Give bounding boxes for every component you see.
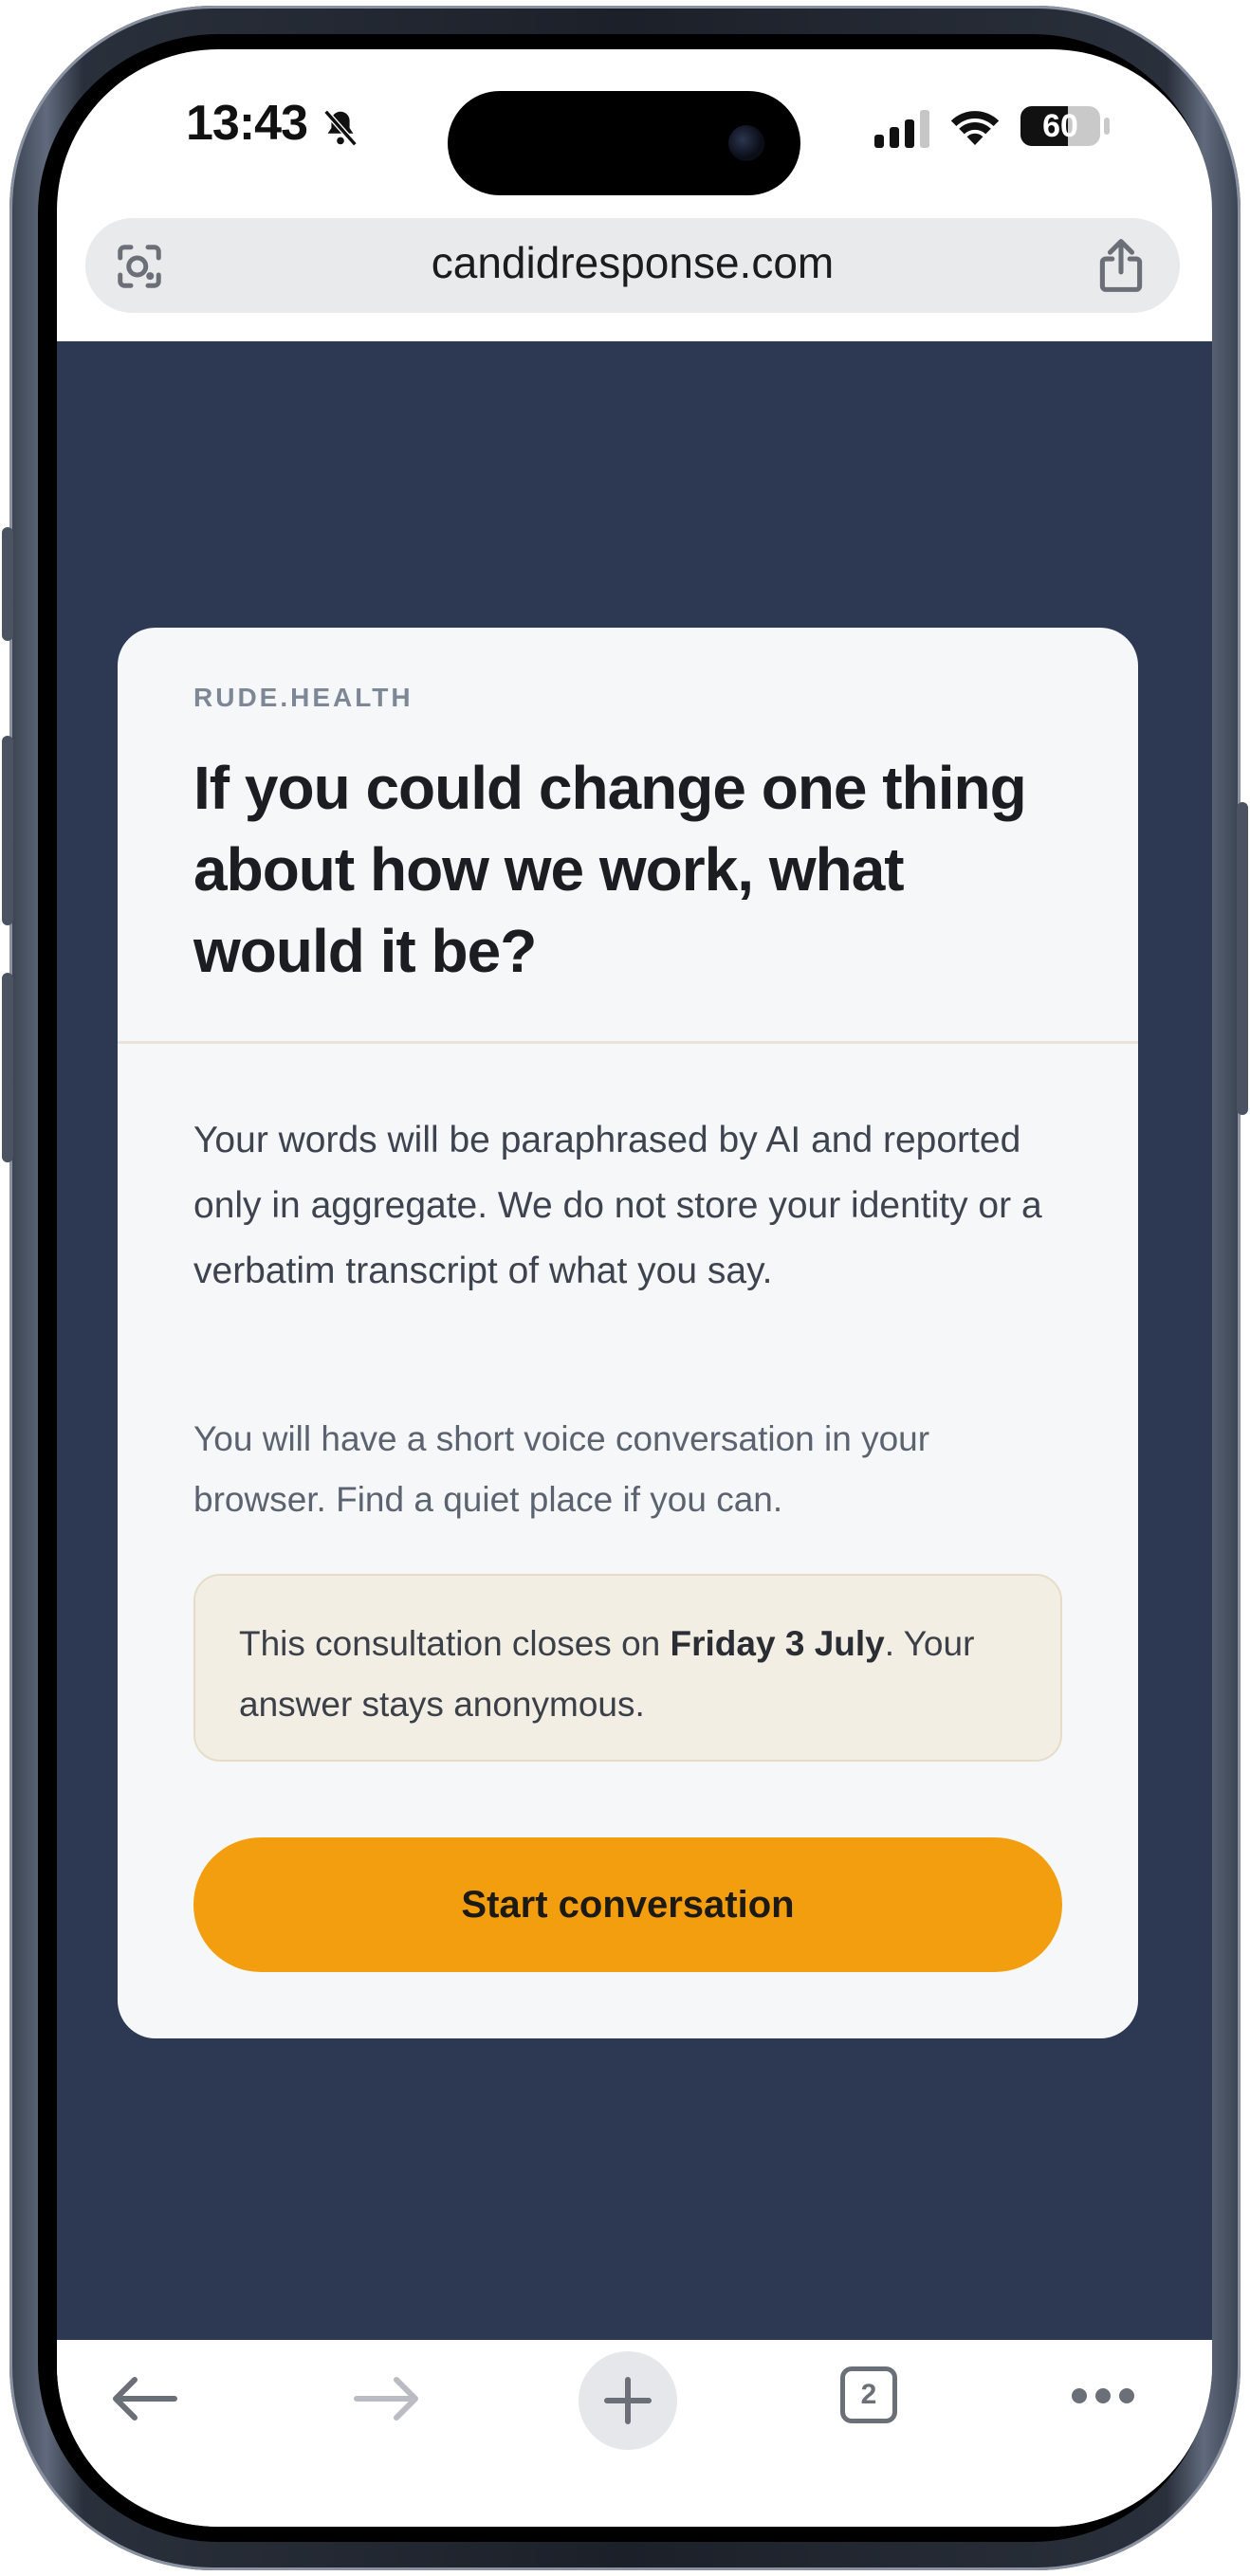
brand-name: RUDE.HEALTH — [193, 683, 414, 712]
question-heading: If you could change one thing about how … — [193, 754, 1027, 985]
url-text[interactable]: candidresponse.com — [85, 237, 1180, 288]
volume-down-button — [2, 973, 13, 1162]
notice-prefix: This consultation closes on — [239, 1624, 671, 1663]
new-tab-button[interactable] — [579, 2351, 677, 2450]
cellular-signal-icon — [874, 110, 929, 148]
start-conversation-button[interactable]: Start conversation — [193, 1837, 1062, 1972]
volume-up-button — [2, 736, 13, 925]
web-page: RUDE.HEALTH If you could change one thin… — [57, 341, 1212, 2340]
action-button — [2, 527, 13, 641]
screen: 13:43 60 candidresponse.com RUDE.HEALTH … — [57, 49, 1212, 2527]
browser-toolbar: 2 — [57, 2340, 1212, 2527]
tab-count: 2 — [860, 2379, 877, 2410]
phone-frame: 13:43 60 candidresponse.com RUDE.HEALTH … — [2, 6, 1248, 2570]
tabs-icon[interactable]: 2 — [840, 2366, 897, 2423]
back-arrow-icon[interactable] — [110, 2374, 178, 2423]
dynamic-island — [448, 91, 800, 195]
info-text: You will have a short voice conversation… — [193, 1419, 930, 1519]
forward-arrow-icon[interactable] — [353, 2374, 421, 2423]
battery-cap — [1104, 118, 1110, 135]
closing-date: Friday 3 July — [670, 1624, 885, 1663]
battery-icon: 60 — [1020, 106, 1100, 146]
camera-icon — [728, 125, 764, 161]
share-icon[interactable] — [1096, 237, 1146, 294]
closing-notice: This consultation closes on Friday 3 Jul… — [193, 1574, 1062, 1762]
privacy-text: Your words will be paraphrased by AI and… — [193, 1120, 1042, 1291]
consultation-card: RUDE.HEALTH If you could change one thin… — [118, 628, 1138, 2038]
battery-level-text: 60 — [1042, 107, 1078, 144]
address-bar[interactable]: candidresponse.com — [85, 218, 1180, 313]
new-tab-plus-icon — [604, 2377, 652, 2424]
status-time: 13:43 — [186, 96, 308, 151]
wifi-icon — [950, 111, 1000, 145]
more-icon[interactable] — [1070, 2385, 1136, 2406]
bell-slash-icon — [323, 109, 358, 147]
side-button — [1237, 802, 1248, 1115]
card-header: RUDE.HEALTH If you could change one thin… — [118, 628, 1138, 1044]
